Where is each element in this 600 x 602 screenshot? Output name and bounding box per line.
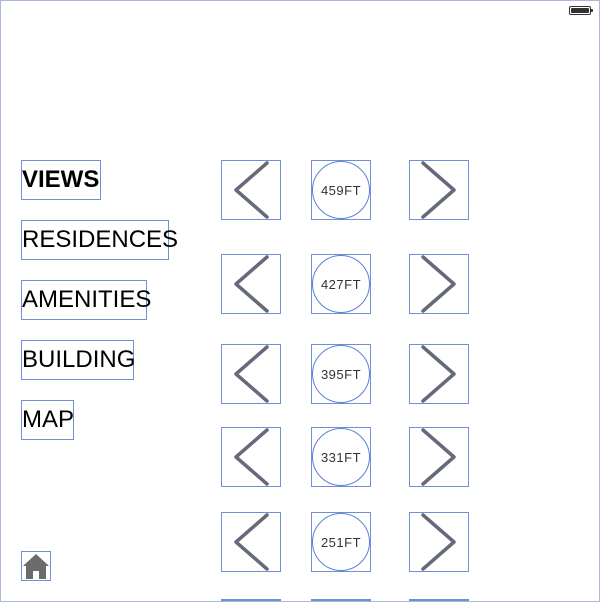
- floor-height-label: 331FT: [312, 428, 370, 486]
- chevron-left-icon: [234, 255, 269, 313]
- menu-item-residences[interactable]: RESIDENCES: [21, 220, 178, 260]
- chevron-left-icon: [234, 345, 269, 403]
- chevron-left-icon: [234, 161, 269, 219]
- prev-floor-button[interactable]: [221, 344, 281, 404]
- battery-icon: [569, 6, 593, 15]
- chevron-left-icon: [234, 428, 269, 486]
- menu-item-views[interactable]: VIEWS: [21, 160, 101, 200]
- row-overflow-edge: [311, 599, 371, 601]
- next-floor-button[interactable]: [409, 344, 469, 404]
- next-floor-button[interactable]: [409, 427, 469, 487]
- floor-height-badge[interactable]: 395FT: [311, 344, 371, 404]
- row-overflow-edge: [221, 599, 281, 601]
- row-overflow-edge: [409, 599, 469, 601]
- menu-item-amenities[interactable]: AMENITIES: [21, 280, 151, 320]
- chevron-right-icon: [421, 513, 456, 571]
- prev-floor-button[interactable]: [221, 254, 281, 314]
- menu-item-map[interactable]: MAP: [21, 400, 74, 440]
- floor-height-badge[interactable]: 427FT: [311, 254, 371, 314]
- floor-height-label: 395FT: [312, 345, 370, 403]
- chevron-right-icon: [421, 255, 456, 313]
- next-floor-button[interactable]: [409, 160, 469, 220]
- floor-height-badge[interactable]: 331FT: [311, 427, 371, 487]
- floor-height-label: 427FT: [312, 255, 370, 313]
- prev-floor-button[interactable]: [221, 512, 281, 572]
- floor-height-label: 459FT: [312, 161, 370, 219]
- chevron-left-icon: [234, 513, 269, 571]
- home-icon: [23, 554, 49, 579]
- chevron-right-icon: [421, 161, 456, 219]
- home-button[interactable]: [21, 551, 51, 581]
- prev-floor-button[interactable]: [221, 427, 281, 487]
- chevron-right-icon: [421, 428, 456, 486]
- menu-item-building[interactable]: BUILDING: [21, 340, 135, 380]
- next-floor-button[interactable]: [409, 254, 469, 314]
- prev-floor-button[interactable]: [221, 160, 281, 220]
- floor-height-badge[interactable]: 251FT: [311, 512, 371, 572]
- floor-height-badge[interactable]: 459FT: [311, 160, 371, 220]
- next-floor-button[interactable]: [409, 512, 469, 572]
- chevron-right-icon: [421, 345, 456, 403]
- floor-height-label: 251FT: [312, 513, 370, 571]
